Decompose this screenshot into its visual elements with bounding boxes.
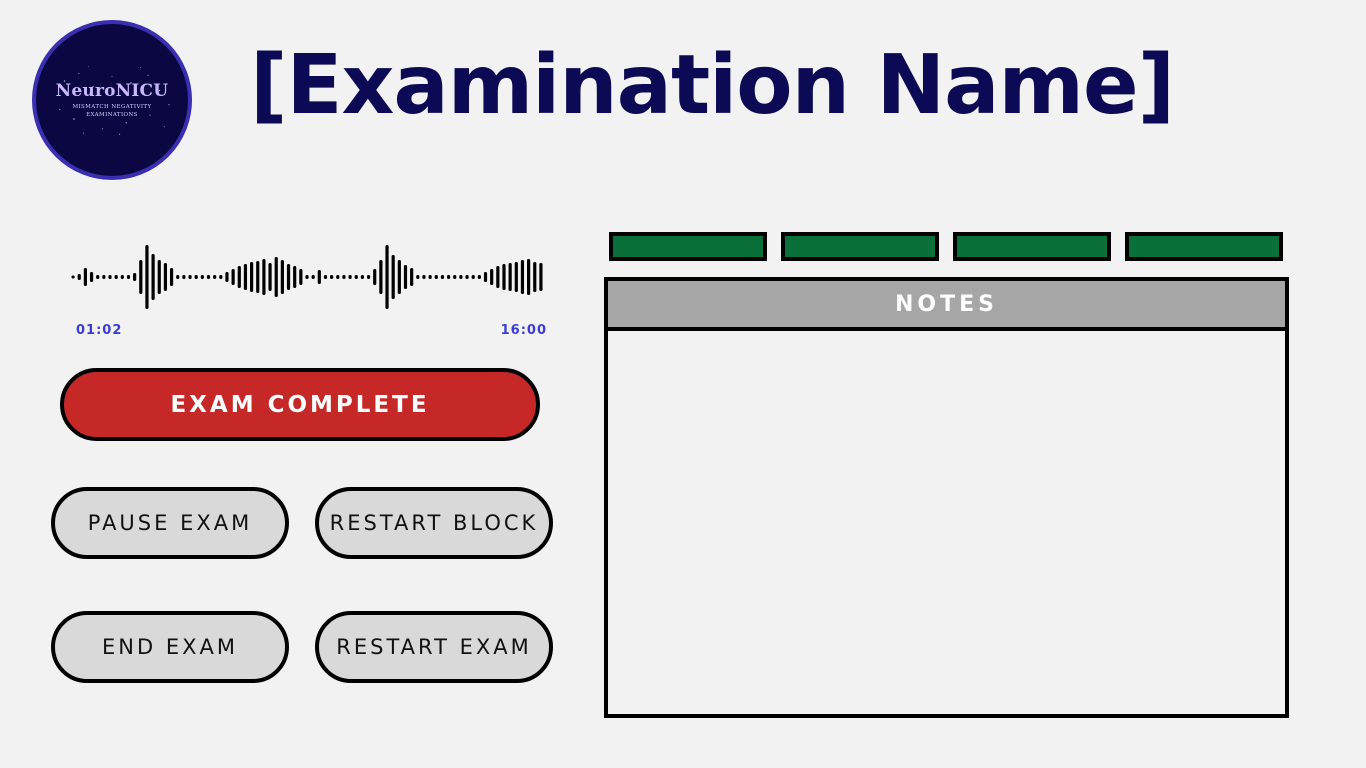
waveform-bar [139,260,143,294]
waveform-bar [274,257,278,297]
waveform-bar [520,260,525,294]
waveform-bar [200,275,204,279]
waveform-bar [440,275,445,279]
waveform-bar [379,260,383,294]
waveform-bar [188,275,192,279]
waveform-bar [182,275,186,279]
waveform-bar [262,259,266,295]
tab-3[interactable] [953,232,1111,261]
waveform-bar [342,275,346,279]
waveform-bar [96,275,100,279]
logo-subtitle-line2: EXAMINATIONS [86,112,138,118]
waveform-bar [237,266,241,288]
waveform-bar [133,273,137,281]
waveform-bar [163,263,168,291]
waveform-bar [114,275,118,279]
waveform-bar [459,275,463,279]
logo-name: NeuroNICU [55,81,169,101]
waveform-bar [293,266,297,288]
waveform-bar [250,262,254,292]
waveform-bar [89,272,94,282]
end-exam-button[interactable]: END EXAM [51,611,289,683]
waveform-bar [108,275,112,279]
elapsed-time: 01:02 [76,323,123,338]
waveform-bar [194,275,198,279]
waveform-bar [360,275,364,279]
waveform-bar [465,275,469,279]
notes-header: NOTES [608,281,1285,331]
waveform-bar [145,245,149,309]
total-time: 16:00 [500,323,547,338]
restart-exam-button[interactable]: RESTART EXAM [315,611,553,683]
pause-exam-button[interactable]: PAUSE EXAM [51,487,289,559]
waveform-bar [83,268,87,286]
waveform-bar [77,274,81,280]
waveform-bar [422,275,426,279]
waveform-bar [354,275,358,279]
waveform-bar [527,259,531,295]
waveform-bar [120,275,124,279]
waveform-bar [299,269,303,285]
waveform-bar [434,275,438,279]
waveform-bar [256,261,260,293]
waveform-bar [385,245,389,309]
waveform-bar [169,268,174,286]
waveform-bar [471,275,475,279]
waveform-bar [286,264,291,290]
waveform-bar [231,269,235,285]
waveform-bar [157,260,161,294]
notes-textarea[interactable] [608,331,1285,714]
waveform-bar [219,275,223,279]
waveform-bar [311,275,315,279]
exam-complete-button[interactable]: EXAM COMPLETE [60,368,540,441]
restart-block-button[interactable]: RESTART BLOCK [315,487,553,559]
waveform-bar [496,266,500,288]
waveform-bar [453,275,457,279]
tab-bar [609,232,1285,261]
waveform-bar [502,264,506,290]
waveform-bar [336,275,340,279]
waveform-bar [102,275,106,279]
tab-2[interactable] [781,232,939,261]
waveform-bar [416,275,420,279]
waveform-bar [280,260,284,294]
waveform-bar [71,275,75,279]
audio-waveform[interactable] [70,240,544,314]
waveform-bar [243,264,248,290]
logo: NeuroNICU MISMATCH NEGATIVITY EXAMINATIO… [32,20,192,180]
logo-subtitle-line1: MISMATCH NEGATIVITY [72,104,152,110]
logo-subtitle: MISMATCH NEGATIVITY EXAMINATIONS [72,103,151,119]
waveform-bar [391,255,395,299]
waveform-bar [126,275,131,279]
waveform-bar [539,263,543,291]
waveform-bar [206,275,211,279]
waveform-bar [410,268,414,286]
tab-1[interactable] [609,232,767,261]
waveform-bar [176,275,180,279]
waveform-bar [268,263,272,291]
waveform-bar [508,263,512,291]
waveform-bar [323,275,328,279]
waveform-bar [213,275,217,279]
waveform-bar [151,254,155,300]
waveform-bar [348,275,352,279]
waveform-bar [533,262,537,292]
notes-panel: NOTES [604,277,1289,718]
waveform-bar [403,265,408,289]
waveform-bar [397,260,401,294]
waveform-bar [428,275,432,279]
waveform-bar [490,269,494,285]
tab-4[interactable] [1125,232,1283,261]
waveform-bar [366,275,371,279]
waveform-bar [305,275,309,279]
waveform-bar [514,262,518,292]
waveform-bar [317,270,321,284]
waveform-bar [225,272,229,282]
waveform-bar [373,269,377,285]
page-title: [Examination Name] [250,38,1175,133]
waveform-bar [483,272,488,282]
waveform-bar [446,275,451,279]
waveform-bar [477,275,481,279]
waveform-bar [330,275,334,279]
